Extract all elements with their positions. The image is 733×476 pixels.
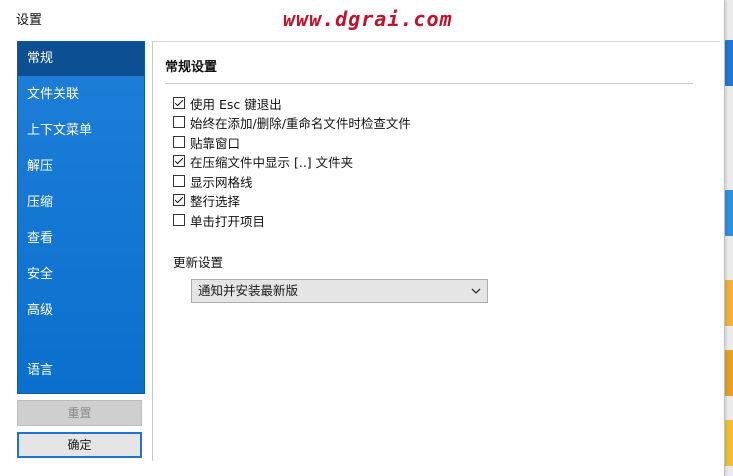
checkbox[interactable] bbox=[173, 136, 185, 148]
sidebar-item-compress[interactable]: 压缩 bbox=[18, 186, 144, 220]
option-label: 使用 Esc 键退出 bbox=[190, 96, 282, 112]
sidebar-item-view[interactable]: 查看 bbox=[18, 222, 144, 256]
sidebar-item-context-menu[interactable]: 上下文菜单 bbox=[18, 114, 144, 148]
option-label: 整行选择 bbox=[190, 193, 241, 209]
option-label: 始终在添加/删除/重命名文件时检查文件 bbox=[190, 115, 411, 131]
general-settings-panel: 常规设置 使用 Esc 键退出 始终在添加/删除/重命名文件时检查文件 贴靠窗口… bbox=[152, 41, 720, 461]
option-snap-window[interactable]: 贴靠窗口 bbox=[173, 133, 240, 151]
title-bar[interactable]: 设置 www.dgrai.com bbox=[0, 0, 724, 34]
checkbox[interactable] bbox=[173, 175, 185, 187]
option-label: 显示网格线 bbox=[190, 174, 253, 190]
section-title: 常规设置 bbox=[165, 60, 218, 75]
option-esc-exit[interactable]: 使用 Esc 键退出 bbox=[173, 94, 282, 112]
option-show-parent-folder[interactable]: 在压缩文件中显示 [..] 文件夹 bbox=[173, 152, 353, 170]
ok-button[interactable]: 确定 bbox=[17, 432, 142, 458]
select-value: 通知并安装最新版 bbox=[198, 283, 299, 298]
window-title: 设置 bbox=[16, 13, 43, 28]
update-mode-select[interactable]: 通知并安装最新版 bbox=[191, 279, 488, 303]
sidebar-item-general[interactable]: 常规 bbox=[18, 42, 144, 76]
update-settings-label: 更新设置 bbox=[173, 255, 224, 270]
chevron-down-icon bbox=[471, 288, 481, 294]
option-single-click-open[interactable]: 单击打开项目 bbox=[173, 211, 265, 229]
sidebar-item-language[interactable]: 语言 bbox=[18, 354, 144, 388]
reset-button[interactable]: 重置 bbox=[17, 400, 142, 426]
sidebar-item-security[interactable]: 安全 bbox=[18, 258, 144, 292]
sidebar-item-extract[interactable]: 解压 bbox=[18, 150, 144, 184]
sidebar-item-advanced[interactable]: 高级 bbox=[18, 294, 144, 328]
option-label: 在压缩文件中显示 [..] 文件夹 bbox=[190, 154, 354, 170]
option-show-gridlines[interactable]: 显示网格线 bbox=[173, 172, 253, 190]
checkbox[interactable] bbox=[173, 194, 185, 206]
option-label: 单击打开项目 bbox=[190, 213, 266, 229]
checkbox[interactable] bbox=[173, 155, 185, 167]
sidebar-item-file-association[interactable]: 文件关联 bbox=[18, 78, 144, 112]
checkbox[interactable] bbox=[173, 97, 185, 109]
checkbox[interactable] bbox=[173, 116, 185, 128]
option-label: 贴靠窗口 bbox=[190, 135, 241, 151]
option-full-row-select[interactable]: 整行选择 bbox=[173, 191, 240, 209]
option-check-files[interactable]: 始终在添加/删除/重命名文件时检查文件 bbox=[173, 113, 411, 131]
section-divider bbox=[165, 83, 693, 84]
checkbox[interactable] bbox=[173, 214, 185, 226]
settings-sidebar: 常规 文件关联 上下文菜单 解压 压缩 查看 安全 高级 语言 bbox=[17, 41, 145, 394]
watermark-text: www.dgrai.com bbox=[283, 7, 453, 31]
settings-dialog: 设置 www.dgrai.com 常规 文件关联 上下文菜单 解压 压缩 查看 … bbox=[0, 0, 725, 476]
